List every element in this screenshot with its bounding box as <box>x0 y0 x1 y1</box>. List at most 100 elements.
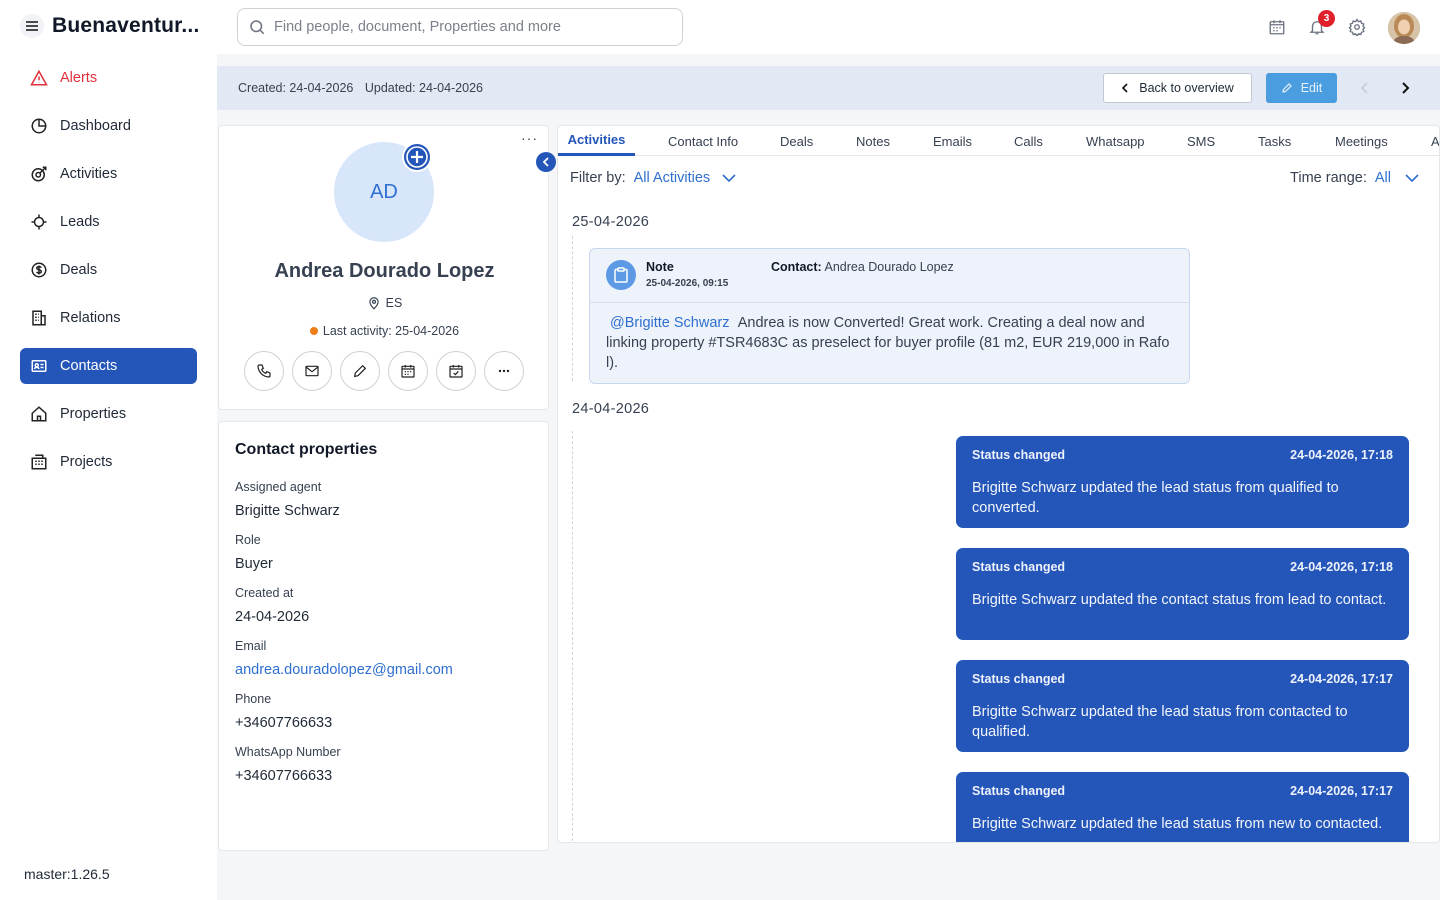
collapse-panel-icon[interactable] <box>536 152 556 172</box>
task-button[interactable] <box>436 351 476 391</box>
updated-date: Updated: 24-04-2026 <box>364 81 483 95</box>
search-input[interactable] <box>274 19 654 35</box>
sidebar-item-label: Properties <box>60 406 127 422</box>
contact-properties: Contact properties Assigned agent Brigit… <box>218 421 549 851</box>
tab-tasks[interactable]: Tasks <box>1258 126 1291 156</box>
email-link[interactable]: andrea.douradolopez@gmail.com <box>235 662 532 678</box>
tab-more[interactable]: A <box>1431 126 1439 156</box>
last-activity: Last activity: 25-04-2026 <box>219 324 550 338</box>
profile-card: ··· AD Andrea Dourado Lopez ES Last acti… <box>218 125 549 410</box>
status-time: 24-04-2026, 17:18 <box>1290 560 1393 574</box>
tab-calls[interactable]: Calls <box>1014 126 1043 156</box>
sidebar-item-dashboard[interactable]: Dashboard <box>20 108 197 144</box>
sidebar-nav: Alerts Dashboard Activities Leads Deals <box>20 60 197 492</box>
chevron-down-icon <box>710 174 736 182</box>
notification-bell[interactable]: 3 <box>1308 10 1335 38</box>
schedule-button[interactable] <box>388 351 428 391</box>
activities-icon <box>29 164 49 184</box>
note-text-continued: king property #TSR4683C as preselect for… <box>606 335 1170 371</box>
user-avatar[interactable] <box>1388 12 1420 44</box>
brand: Buenaventur... <box>20 12 200 40</box>
tab-contact-info[interactable]: Contact Info <box>668 126 738 156</box>
user-mention-link[interactable]: @Brigitte Schwarz <box>610 315 729 331</box>
gear-icon[interactable] <box>1348 18 1368 38</box>
tab-sms[interactable]: SMS <box>1187 126 1215 156</box>
edit-note-button[interactable] <box>340 351 380 391</box>
status-text: Brigitte Schwarz updated the lead status… <box>972 480 1339 516</box>
edit-button[interactable]: Edit <box>1266 73 1337 103</box>
tab-deals[interactable]: Deals <box>780 126 813 156</box>
property-value: 24-04-2026 <box>235 609 310 625</box>
add-circle-icon[interactable] <box>401 141 433 173</box>
time-range-select[interactable]: All <box>1375 170 1419 186</box>
property-label: WhatsApp Number <box>235 745 341 759</box>
phone-icon <box>256 363 272 379</box>
time-range-label: Time range: <box>1290 170 1367 186</box>
sidebar-item-label: Relations <box>60 310 121 326</box>
tab-whatsapp[interactable]: Whatsapp <box>1086 126 1145 156</box>
tab-notes[interactable]: Notes <box>856 126 890 156</box>
note-contact-label: Contact: <box>771 260 822 274</box>
call-button[interactable] <box>244 351 284 391</box>
previous-record-icon[interactable] <box>1357 80 1373 96</box>
sidebar-item-deals[interactable]: Deals <box>20 252 197 288</box>
note-contact: Contact: Andrea Dourado Lopez <box>771 260 954 274</box>
sidebar-item-projects[interactable]: Projects <box>20 444 197 480</box>
more-actions-button[interactable] <box>484 351 524 391</box>
quick-actions <box>244 351 532 391</box>
back-to-overview-button[interactable]: Back to overview <box>1103 73 1252 103</box>
search-icon <box>248 18 266 36</box>
property-created-at: Created at 24-04-2026 <box>235 586 532 625</box>
activity-panel: Activities Contact Info Deals Notes Emai… <box>557 125 1440 843</box>
tab-bar: Activities Contact Info Deals Notes Emai… <box>558 126 1439 156</box>
calendar-icon[interactable] <box>1268 18 1288 38</box>
dollar-circle-icon <box>29 260 49 280</box>
contact-card-icon <box>29 356 49 376</box>
property-whatsapp: WhatsApp Number +34607766633 <box>235 745 532 784</box>
property-label: Assigned agent <box>235 480 322 494</box>
sidebar: Buenaventur... Alerts Dashboard Activiti… <box>0 0 217 900</box>
sidebar-item-label: Leads <box>60 214 100 230</box>
status-card-header: Status changed 24-04-2026, 17:18 <box>972 448 1393 462</box>
email-button[interactable] <box>292 351 332 391</box>
filter-select[interactable]: All Activities <box>634 170 737 186</box>
sidebar-item-label: Activities <box>60 166 118 182</box>
tab-meetings[interactable]: Meetings <box>1335 126 1388 156</box>
country-code: ES <box>385 296 403 310</box>
brand-name[interactable]: Buenaventur... <box>52 14 200 38</box>
global-search[interactable] <box>237 8 683 46</box>
more-options-icon[interactable]: ··· <box>521 130 538 146</box>
pencil-icon <box>352 363 368 379</box>
status-change-card[interactable]: Status changed 24-04-2026, 17:18 Brigitt… <box>956 548 1409 640</box>
status-change-card[interactable]: Status changed 24-04-2026, 17:17 Brigitt… <box>956 660 1409 752</box>
note-title: Note <box>646 260 674 274</box>
note-body: @Brigitte Schwarz Andrea is now Converte… <box>590 303 1189 373</box>
status-change-card[interactable]: Status changed 24-04-2026, 17:17 Brigitt… <box>956 772 1409 842</box>
sidebar-item-label: Projects <box>60 454 113 470</box>
filter-value: All Activities <box>633 170 711 186</box>
property-value: Brigitte Schwarz <box>235 503 340 519</box>
property-label: Role <box>235 533 261 547</box>
status-title: Status changed <box>972 784 1066 798</box>
section-title: Contact properties <box>235 441 378 458</box>
sidebar-item-properties[interactable]: Properties <box>20 396 197 432</box>
pie-chart-icon <box>29 116 49 136</box>
sidebar-item-relations[interactable]: Relations <box>20 300 197 336</box>
record-dates: Created: 24-04-2026 Updated: 24-04-2026 <box>238 81 491 95</box>
note-date: 25-04-2026, 09:15 <box>646 278 729 289</box>
status-card-header: Status changed 24-04-2026, 17:17 <box>972 672 1393 686</box>
status-card-header: Status changed 24-04-2026, 17:18 <box>972 560 1393 574</box>
tab-emails[interactable]: Emails <box>933 126 972 156</box>
hamburger-menu-icon[interactable] <box>20 14 44 38</box>
note-card[interactable]: Note 25-04-2026, 09:15 Contact: Andrea D… <box>589 248 1190 384</box>
status-change-card[interactable]: Status changed 24-04-2026, 17:18 Brigitt… <box>956 436 1409 528</box>
sidebar-item-alerts[interactable]: Alerts <box>20 60 197 96</box>
property-email: Email andrea.douradolopez@gmail.com <box>235 639 532 678</box>
next-record-icon[interactable] <box>1397 80 1413 96</box>
tab-activities[interactable]: Activities <box>558 126 635 156</box>
status-time: 24-04-2026, 17:17 <box>1290 672 1393 686</box>
sidebar-item-leads[interactable]: Leads <box>20 204 197 240</box>
sidebar-item-activities[interactable]: Activities <box>20 156 197 192</box>
sidebar-item-contacts[interactable]: Contacts <box>20 348 197 384</box>
activity-filter: Filter by: All Activities <box>570 170 736 186</box>
